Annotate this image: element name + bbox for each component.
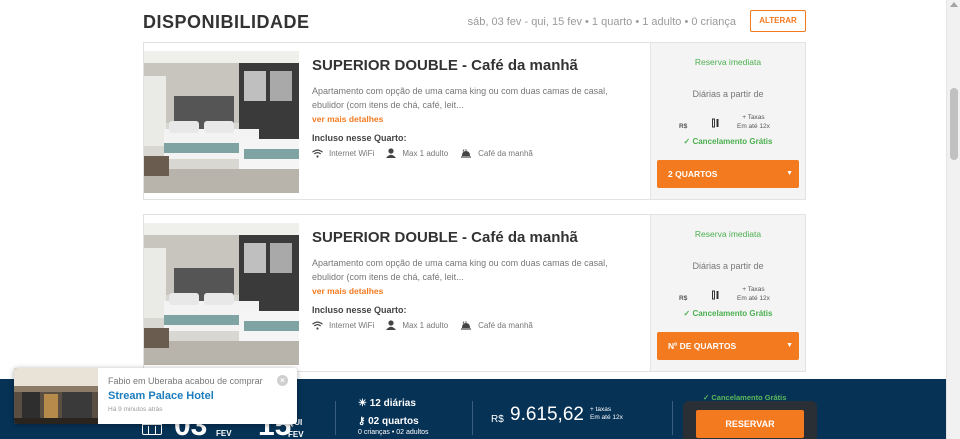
amenity-capacity: Max 1 adulto [386, 320, 448, 330]
rooms-count: ⚷ 02 quartos [358, 416, 419, 427]
amenities-list: Internet WiFi Max 1 adulto Café da manhã [312, 320, 622, 330]
divider [335, 401, 336, 435]
currency-label: R$ [679, 123, 688, 130]
popup-hotel-link[interactable]: Stream Palace Hotel [108, 390, 214, 402]
free-cancellation: ✓ Cancelamento Grátis [651, 137, 805, 146]
hotel-photo [14, 368, 98, 424]
included-label: Incluso nesse Quarto: [312, 305, 407, 315]
free-cancellation: ✓ Cancelamento Grátis [651, 309, 805, 318]
popup-time: Há 9 minutos atrás [108, 406, 163, 413]
immediate-booking-label: Reserva imediata [694, 57, 762, 67]
search-summary: sáb, 03 fev - qui, 15 fev • 1 quarto • 1… [467, 16, 736, 28]
recent-purchase-popup[interactable]: Fabio em Uberaba acabou de comprar Strea… [14, 368, 297, 424]
taxes-info: + Taxas Em até 12x [737, 113, 770, 131]
taxes-label: + Taxas [742, 114, 765, 121]
guests-count: 0 crianças • 02 adultos [358, 429, 429, 436]
sun-icon: ☀ [358, 398, 367, 409]
total-taxes-info: + taxas Em até 12x [590, 406, 623, 422]
checkin-month: FEV [216, 429, 232, 438]
amenity-label: Internet WiFi [329, 320, 375, 330]
amenity-capacity: Max 1 adulto [386, 148, 448, 158]
check-icon: ✓ [683, 309, 691, 318]
reserve-button[interactable]: RESERVAR [696, 410, 804, 438]
amenity-breakfast: Café da manhã [460, 321, 533, 330]
nights-count: ☀ 12 diárias [358, 398, 416, 409]
room-info: SUPERIOR DOUBLE - Café da manhã Apartame… [312, 229, 622, 330]
room-quantity-value: 2 QUARTOS [668, 169, 718, 179]
immediate-booking-label: Reserva imediata [694, 229, 762, 239]
alter-button[interactable]: ALTERAR [750, 10, 806, 32]
scroll-up-icon[interactable] [950, 2, 958, 7]
availability-header: DISPONIBILIDADE sáb, 03 fev - qui, 15 fe… [143, 10, 806, 36]
installments-label: Em até 12x [737, 123, 770, 130]
room-title: SUPERIOR DOUBLE - Café da manhã [312, 57, 578, 74]
included-label: Incluso nesse Quarto: [312, 133, 407, 143]
installments-label: Em até 12x [737, 295, 770, 302]
amenity-label: Café da manhã [478, 148, 533, 158]
key-icon: ⚷ [358, 416, 366, 427]
room-photo [144, 51, 299, 193]
room-photo [144, 223, 299, 365]
person-icon [386, 320, 397, 330]
daily-from-label: Diárias a partir de [692, 261, 764, 271]
cancellation-label: Cancelamento Grátis [692, 137, 773, 146]
room-quantity-select[interactable]: 2 QUARTOS ▼ [657, 160, 799, 188]
wifi-icon [312, 321, 323, 330]
amenity-label: Max 1 adulto [402, 148, 449, 158]
popup-message: Fabio em Uberaba acabou de comprar [108, 376, 263, 386]
amenity-label: Max 1 adulto [402, 320, 449, 330]
room-description: Apartamento com opção de uma cama king o… [312, 258, 608, 282]
reserve-button-wrapper: RESERVAR [683, 401, 817, 439]
room-card: SUPERIOR DOUBLE - Café da manhã Apartame… [143, 214, 806, 372]
amenity-breakfast: Café da manhã [460, 149, 533, 158]
room-quantity-select[interactable]: Nº DE QUARTOS ▼ [657, 332, 799, 360]
divider [672, 401, 673, 435]
nights-label: 12 diárias [369, 398, 416, 409]
divider [472, 401, 473, 435]
person-icon [386, 148, 397, 158]
cancellation-label: Cancelamento Grátis [692, 309, 773, 318]
taxes-info: + Taxas Em até 12x [737, 285, 770, 303]
room-description: Apartamento com opção de uma cama king o… [312, 86, 608, 110]
room-booking-panel: Reserva imediata Diárias a partir de R$ … [650, 215, 805, 371]
taxes-label: + Taxas [742, 286, 765, 293]
taxes-label: + taxas [590, 406, 612, 413]
room-title: SUPERIOR DOUBLE - Café da manhã [312, 229, 578, 246]
wifi-icon [312, 149, 323, 158]
check-icon: ✓ [683, 137, 691, 146]
room-card: SUPERIOR DOUBLE - Café da manhã Apartame… [143, 42, 806, 200]
scrollbar[interactable] [946, 0, 960, 439]
price-placeholder-icon [712, 118, 720, 130]
amenity-label: Internet WiFi [329, 148, 375, 158]
room-booking-panel: Reserva imediata Diárias a partir de R$ … [650, 43, 805, 199]
daily-from-label: Diárias a partir de [692, 89, 764, 99]
scrollbar-thumb[interactable] [950, 88, 958, 160]
amenity-wifi: Internet WiFi [312, 149, 374, 158]
currency-label: R$ [679, 295, 688, 302]
amenity-label: Café da manhã [478, 320, 533, 330]
installments-label: Em até 12x [590, 414, 623, 421]
more-details-link[interactable]: ver mais detalhes [312, 114, 622, 124]
coffee-icon [461, 148, 472, 158]
caret-down-icon: ▼ [786, 342, 793, 349]
amenity-wifi: Internet WiFi [312, 321, 374, 330]
page: DISPONIBILIDADE sáb, 03 fev - qui, 15 fe… [0, 0, 960, 439]
amenities-list: Internet WiFi Max 1 adulto Café da manhã [312, 148, 622, 158]
coffee-icon [461, 320, 472, 330]
room-info: SUPERIOR DOUBLE - Café da manhã Apartame… [312, 57, 622, 158]
total-currency: R$ [491, 414, 504, 425]
close-icon[interactable]: × [277, 375, 288, 386]
more-details-link[interactable]: ver mais detalhes [312, 286, 622, 296]
total-price: 9.615,62 [510, 404, 584, 425]
caret-down-icon: ▼ [786, 170, 793, 177]
price-placeholder-icon [712, 290, 720, 302]
room-quantity-value: Nº DE QUARTOS [668, 341, 737, 351]
rooms-label: 02 quartos [368, 416, 419, 427]
checkout-month: FEV [288, 430, 304, 439]
page-title: DISPONIBILIDADE [143, 12, 310, 32]
